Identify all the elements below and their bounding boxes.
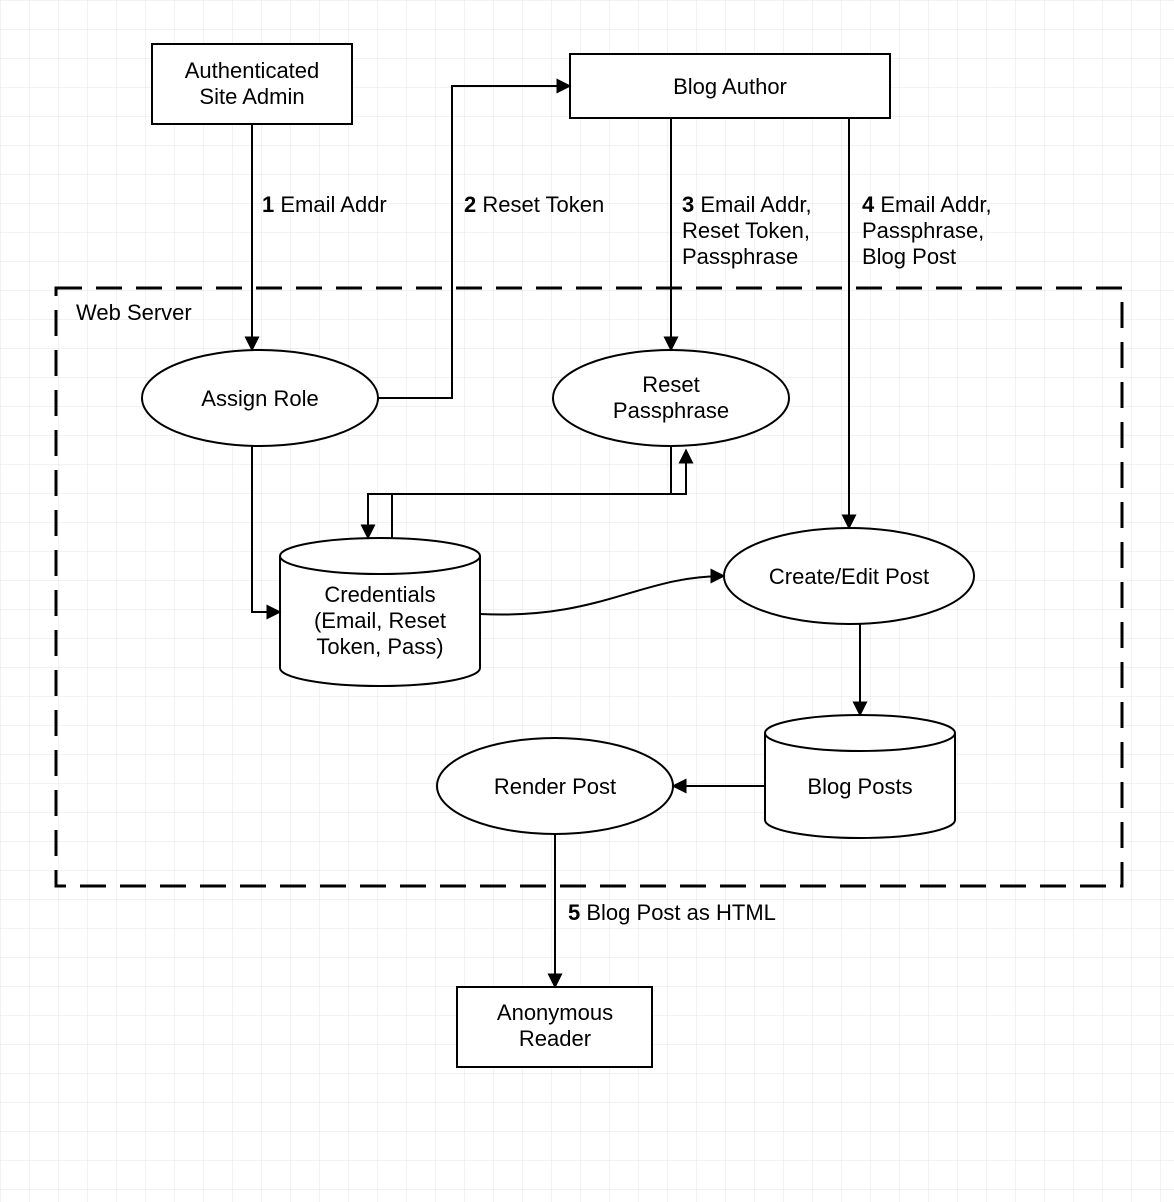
flow-1-label: 1 Email Addr xyxy=(262,192,387,217)
process-create-edit-label: Create/Edit Post xyxy=(769,564,929,589)
actor-author-line1: Blog Author xyxy=(673,74,787,99)
store-blog-posts-label: Blog Posts xyxy=(807,774,912,799)
store-credentials-line2: (Email, Reset xyxy=(314,608,446,633)
process-render-post-label: Render Post xyxy=(494,774,616,799)
actor-admin-line2: Site Admin xyxy=(199,84,304,109)
process-assign-role-label: Assign Role xyxy=(201,386,318,411)
store-credentials-line3: Token, Pass) xyxy=(316,634,443,659)
flow-reset-to-credentials xyxy=(368,446,671,538)
actor-reader-line1: Anonymous xyxy=(497,1000,613,1025)
flow-3-label-l3: Passphrase xyxy=(682,244,798,269)
flow-5-label: 5 Blog Post as HTML xyxy=(568,900,776,925)
flow-4-label-l3: Blog Post xyxy=(862,244,956,269)
actor-reader-line2: Reader xyxy=(519,1026,591,1051)
process-reset-pass-line1: Reset xyxy=(642,372,699,397)
flow-4-label-l1: 4 Email Addr, xyxy=(862,192,992,217)
flow-2 xyxy=(378,86,570,398)
flow-2-label: 2 Reset Token xyxy=(464,192,604,217)
process-reset-pass-line2: Passphrase xyxy=(613,398,729,423)
flow-3-label-l1: 3 Email Addr, xyxy=(682,192,812,217)
flow-3-label-l2: Reset Token, xyxy=(682,218,810,243)
store-credentials-line1: Credentials xyxy=(324,582,435,607)
flow-4-label-l2: Passphrase, xyxy=(862,218,984,243)
actor-admin-line1: Authenticated xyxy=(185,58,320,83)
trust-boundary-label: Web Server xyxy=(76,300,192,325)
flow-credentials-to-createedit xyxy=(480,576,724,615)
flow-assign-to-credentials xyxy=(252,446,280,612)
flow-credentials-to-reset xyxy=(392,450,686,538)
